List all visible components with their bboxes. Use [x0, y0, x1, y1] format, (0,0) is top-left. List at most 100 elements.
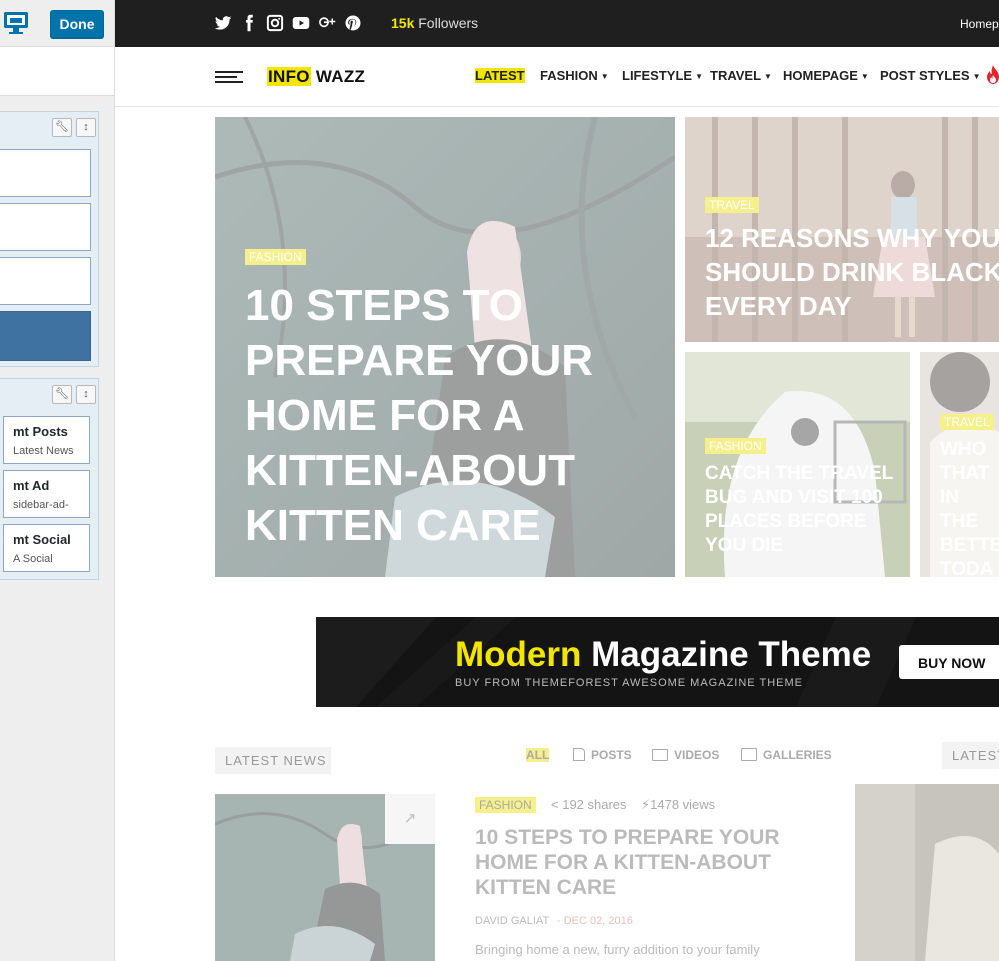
post-date: - DEC 02, 2016 — [557, 915, 633, 927]
post-views: ⚡︎1478 views — [641, 797, 715, 813]
hamburger-menu-icon[interactable] — [215, 71, 243, 83]
widget-item[interactable] — [0, 203, 91, 251]
widget-mt-posts[interactable]: mt Posts Latest News — [3, 416, 90, 464]
buy-now-button[interactable]: BUY NOW — [899, 645, 999, 679]
instagram-icon[interactable] — [266, 14, 284, 32]
post-author[interactable]: DAVID GALIAT — [475, 915, 549, 927]
nav-item-lifestyle[interactable]: LIFESTYLE ▼ — [622, 68, 703, 83]
filter-tab-label: VIDEOS — [674, 748, 720, 762]
banner-title-highlight: Modern — [455, 635, 582, 674]
widget-item[interactable] — [0, 149, 91, 197]
site-logo[interactable]: INFO WAZZ — [267, 67, 365, 87]
done-button[interactable]: Done — [50, 10, 104, 38]
caret-down-icon: ▼ — [695, 72, 703, 81]
featured-post-top-right[interactable]: TRAVEL 12 REASONS WHY YOU SHOULD DRINK B… — [685, 117, 999, 342]
reorder-icon[interactable]: ↕ — [76, 385, 96, 404]
top-bar: 15k Followers Homep — [115, 0, 999, 47]
filter-tab-galleries[interactable]: GALLERIES — [741, 748, 832, 762]
share-icon: < — [551, 797, 559, 812]
featured-post-main[interactable]: FASHION 10 STEPS TO PREPARE YOUR HOME FO… — [215, 117, 675, 577]
nav-item-homepage[interactable]: HOMEPAGE ▼ — [783, 68, 869, 83]
filter-tab-label: GALLERIES — [763, 748, 832, 762]
filter-tab-label: POSTS — [591, 748, 632, 762]
widget-title: mt Posts — [13, 424, 68, 439]
twitter-icon[interactable] — [214, 14, 232, 32]
nav-item-travel[interactable]: TRAVEL ▼ — [710, 68, 772, 83]
wrench-icon[interactable]: 🔧︎ — [52, 385, 72, 404]
nav-item-post-styles[interactable]: POST STYLES ▼ — [880, 68, 981, 83]
category-badge[interactable]: FASHION — [705, 438, 766, 454]
facebook-icon[interactable] — [240, 14, 258, 32]
sidebar-post-thumbnail[interactable] — [855, 784, 999, 961]
section-label-latest-news: LATEST NEWS — [215, 747, 331, 774]
caret-down-icon: ▼ — [600, 72, 609, 81]
featured-post-bottom-left[interactable]: FASHION CATCH THE TRAVEL BUG AND VISIT 1… — [685, 352, 910, 577]
caret-down-icon: ▼ — [860, 72, 869, 81]
featured-title[interactable]: WHO THAT IN THE BETTE TODA — [940, 438, 999, 577]
fire-icon[interactable] — [986, 65, 999, 85]
customizer-section-header — [0, 47, 114, 96]
widget-area-2: 🔧︎ ↕ mt Posts Latest News mt Ad sidebar-… — [0, 378, 99, 580]
category-badge[interactable]: TRAVEL — [940, 414, 994, 430]
logo-part-2: WAZZ — [315, 67, 366, 86]
featured-title[interactable]: CATCH THE TRAVEL BUG AND VISIT 100 PLACE… — [705, 462, 895, 558]
youtube-icon[interactable] — [292, 14, 310, 32]
google-plus-icon[interactable] — [318, 14, 336, 32]
widget-title: mt Social — [13, 532, 71, 547]
banner-subtitle: BUY FROM THEMEFOREST AWESOME MAGAZINE TH… — [455, 677, 803, 689]
filter-tab-videos[interactable]: VIDEOS — [652, 748, 719, 762]
sidebar-post-image — [855, 784, 999, 961]
customizer-header: Done — [0, 0, 114, 47]
nav-label: FASHION — [540, 68, 598, 83]
customizer-sidebar: Done 🔧︎ ↕ 🔧︎ ↕ mt Posts Latest News mt A… — [0, 0, 115, 961]
post-shares: < 192 shares — [551, 797, 627, 812]
nav-label: HOMEPAGE — [783, 68, 858, 83]
wrench-icon[interactable]: 🔧︎ — [52, 118, 72, 137]
nav-label: POST STYLES — [880, 68, 970, 83]
post-views-value: 1478 views — [650, 797, 716, 812]
post-shares-value: 192 shares — [562, 797, 627, 812]
widget-mt-social[interactable]: mt Social A Social — [3, 524, 90, 572]
bolt-icon: ⚡︎ — [641, 797, 651, 812]
caret-down-icon: ▼ — [972, 72, 981, 81]
category-badge[interactable]: TRAVEL — [705, 197, 759, 213]
featured-post-bottom-right[interactable]: TRAVEL WHO THAT IN THE BETTE TODA — [920, 352, 999, 577]
widget-item[interactable] — [0, 257, 91, 305]
widget-title: mt Ad — [13, 478, 50, 493]
nav-item-fashion[interactable]: FASHION ▼ — [540, 68, 609, 83]
pinterest-icon[interactable] — [344, 14, 362, 32]
logo-part-1: INFO — [267, 67, 311, 86]
featured-title[interactable]: 12 REASONS WHY YOU SHOULD DRINK BLACK EV… — [705, 221, 999, 323]
widget-mt-ad[interactable]: mt Ad sidebar-ad- — [3, 470, 90, 518]
image-icon — [741, 748, 757, 761]
post-category-badge[interactable]: FASHION — [475, 797, 536, 813]
featured-title[interactable]: 10 STEPS TO PREPARE YOUR HOME FOR A KITT… — [245, 278, 645, 553]
section-label-latest-right: LATEST — [942, 742, 999, 769]
caret-down-icon: ▼ — [764, 72, 772, 81]
followers-label: Followers — [418, 15, 479, 31]
followers-count: 15k — [391, 15, 415, 31]
document-icon — [573, 748, 585, 761]
banner-title: Modern Magazine Theme — [455, 635, 871, 675]
nav-label: LIFESTYLE — [622, 68, 693, 83]
desktop-preview-icon[interactable] — [3, 11, 29, 35]
widget-subtitle: sidebar-ad- — [13, 499, 69, 511]
reorder-icon[interactable]: ↕ — [76, 118, 96, 137]
post-title[interactable]: 10 STEPS TO PREPARE YOUR HOME FOR A KITT… — [475, 825, 795, 900]
widget-subtitle: Latest News — [13, 445, 74, 457]
nav-item-latest[interactable]: LATEST — [475, 68, 525, 83]
main-navigation: INFO WAZZ LATEST FASHION ▼ LIFESTYLE ▼ TRA… — [115, 47, 999, 107]
video-icon — [652, 749, 668, 761]
filter-tab-posts[interactable]: POSTS — [573, 748, 632, 762]
top-link-homepage[interactable]: Homep — [960, 17, 999, 31]
widget-area-1: 🔧︎ ↕ — [0, 111, 99, 367]
followers-counter: 15k Followers — [391, 15, 478, 31]
nav-label: TRAVEL — [710, 68, 762, 83]
category-badge[interactable]: FASHION — [245, 249, 306, 265]
external-link-icon[interactable]: ↗ — [385, 794, 435, 844]
widget-subtitle: A Social — [13, 553, 53, 565]
ad-banner[interactable]: Modern Magazine Theme BUY FROM THEMEFORE… — [316, 617, 999, 707]
post-excerpt: Bringing home a new, furry addition to y… — [475, 942, 760, 957]
widget-item-selected[interactable] — [0, 311, 91, 361]
filter-tab-all[interactable]: ALL — [526, 748, 550, 762]
